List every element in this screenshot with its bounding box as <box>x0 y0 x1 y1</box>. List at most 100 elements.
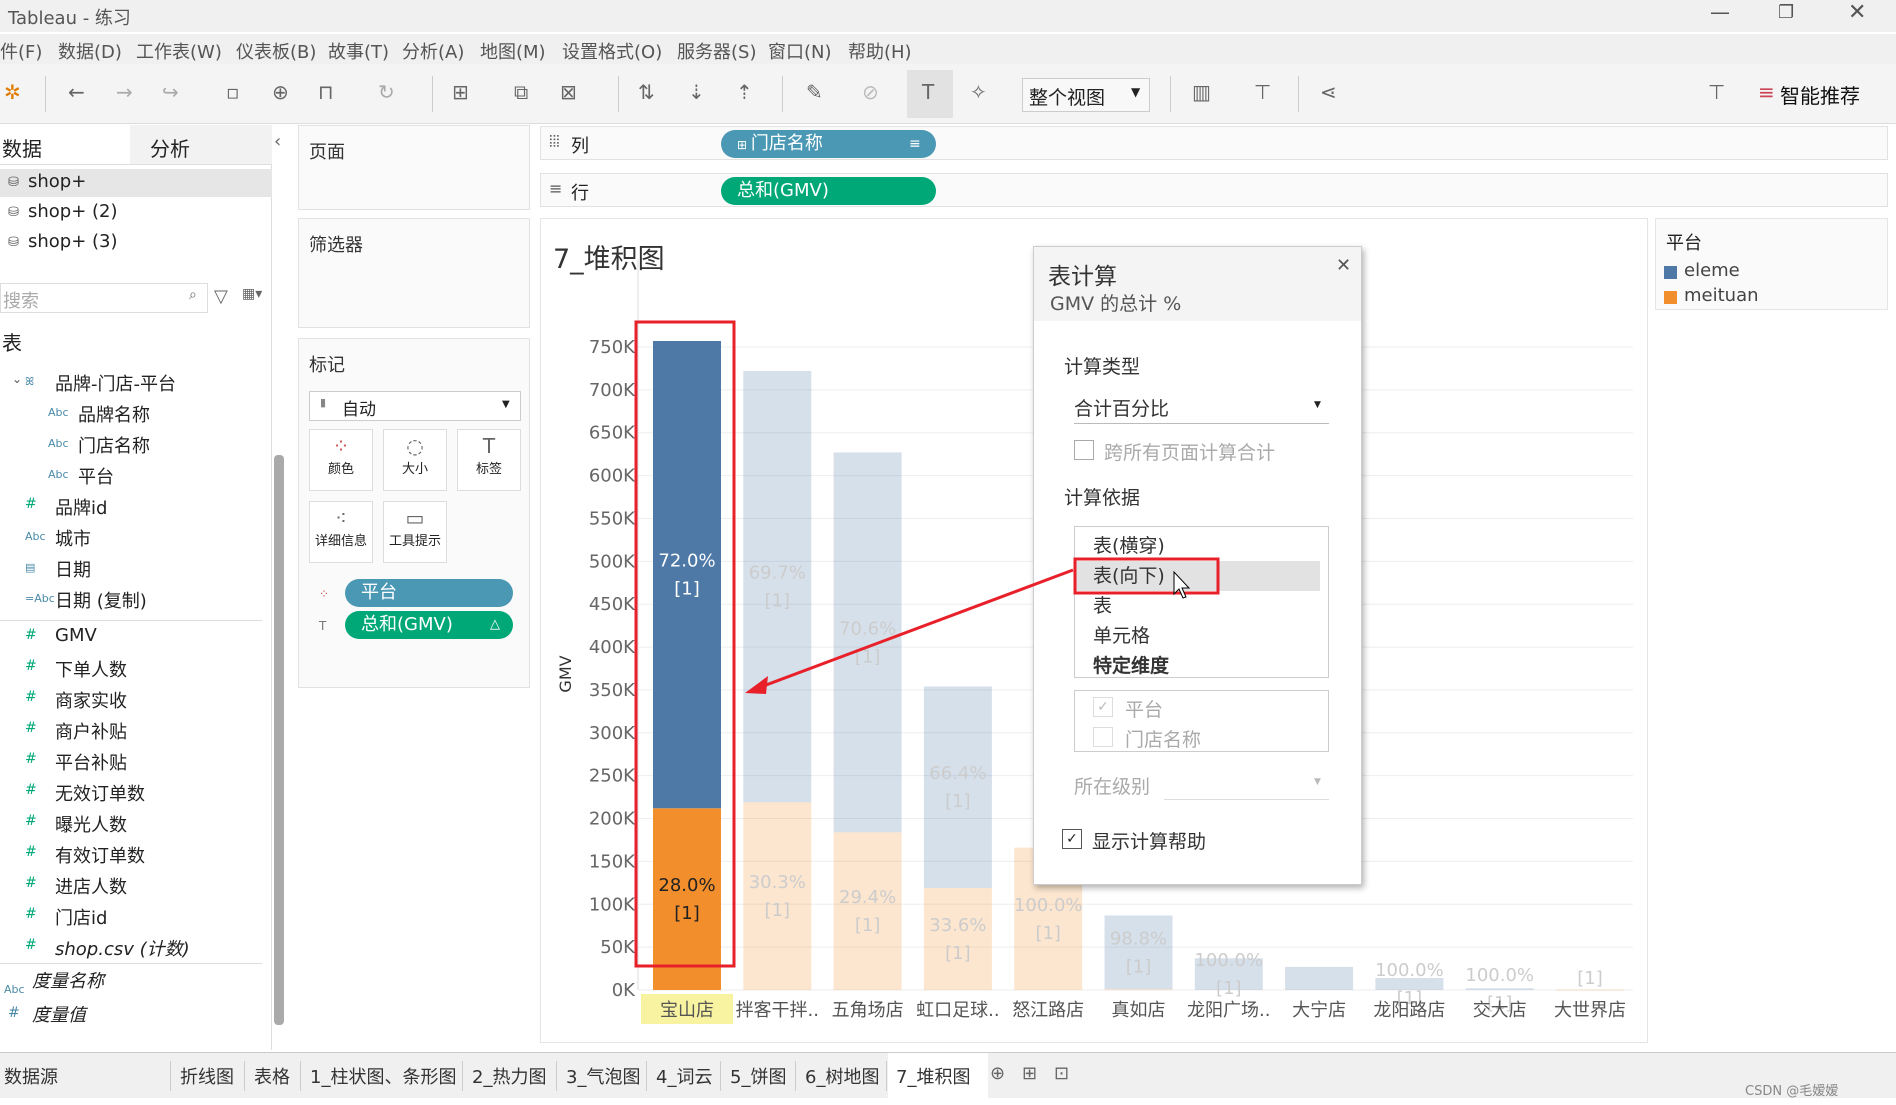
new-story-icon[interactable]: ⊡ <box>1054 1063 1069 1084</box>
sheet-tab[interactable]: 4_词云 <box>656 1063 712 1089</box>
menu-item[interactable]: 数据(D) <box>58 38 122 64</box>
x-tick-label[interactable]: 龙阳广场.. <box>1187 1000 1270 1021</box>
datasource-item[interactable]: shop+ (2) <box>28 201 118 222</box>
new-datasource-icon[interactable]: ⊕ <box>272 80 289 104</box>
legend-item[interactable]: meituan <box>1684 285 1759 306</box>
presentation-icon[interactable]: ⊤ <box>1254 80 1271 104</box>
bar-segment-meituan[interactable] <box>1556 989 1624 991</box>
sheet-tab[interactable]: 1_柱状图、条形图 <box>310 1063 456 1089</box>
field-item[interactable]: 进店人数 <box>55 873 127 899</box>
field-item[interactable]: 平台 <box>78 463 114 489</box>
menu-item[interactable]: 故事(T) <box>328 38 389 64</box>
field-item[interactable]: 门店名称 <box>78 432 150 458</box>
sheet-tab[interactable]: 2_热力图 <box>472 1063 546 1089</box>
show-me-button[interactable]: 智能推荐 <box>1780 80 1860 109</box>
clear-sheet-icon[interactable]: ⊠ <box>560 80 577 104</box>
back-icon[interactable]: ← <box>68 80 85 104</box>
x-tick-label[interactable]: 大宁店 <box>1292 1000 1346 1021</box>
color-button[interactable]: ⁘ 颜色 <box>309 429 373 491</box>
field-item[interactable]: GMV <box>55 625 97 646</box>
field-measure-values[interactable]: 度量值 <box>32 1001 86 1027</box>
bar-segment-meituan[interactable] <box>833 832 902 990</box>
share-icon[interactable]: ⋖ <box>1320 80 1337 104</box>
filters-card[interactable]: 筛选器 <box>298 218 530 328</box>
search-input[interactable]: 搜索 ⌕ <box>0 283 208 313</box>
size-button[interactable]: ◌ 大小 <box>383 429 447 491</box>
bar-segment-meituan[interactable] <box>923 887 992 990</box>
menu-item[interactable]: 分析(A) <box>402 38 464 64</box>
tab-data[interactable]: 数据 <box>0 125 130 165</box>
fit-view-select[interactable]: 整个视图 ▼ <box>1022 78 1150 112</box>
field-item[interactable]: 无效订单数 <box>55 780 145 806</box>
compute-option[interactable]: 特定维度 <box>1093 651 1169 678</box>
minimize-button[interactable]: — <box>1710 0 1730 24</box>
sheet-tab[interactable]: 7_堆积图 <box>896 1063 970 1089</box>
field-item[interactable]: 门店id <box>55 904 107 930</box>
menu-item[interactable]: 仪表板(B) <box>236 38 316 64</box>
datasource-item[interactable]: shop+ <box>28 171 86 192</box>
x-tick-label[interactable]: 怒江路店 <box>1012 1000 1084 1021</box>
field-item[interactable]: 曝光人数 <box>55 811 127 837</box>
highlight-icon[interactable]: ✎ <box>806 80 823 104</box>
columns-pill[interactable]: ⊞ 门店名称 ≡ <box>721 130 936 158</box>
refresh-icon[interactable]: ↻ <box>378 80 395 104</box>
show-help-checkbox[interactable]: ✓ <box>1062 829 1082 849</box>
field-item[interactable]: 品牌-门店-平台 <box>55 370 176 396</box>
compute-option[interactable]: 单元格 <box>1093 621 1150 648</box>
close-icon[interactable]: ✕ <box>1336 255 1351 276</box>
label-button[interactable]: T 标签 <box>457 429 521 491</box>
sheet-tab[interactable]: 6_树地图 <box>805 1063 879 1089</box>
tab-analysis[interactable]: 分析 ‹ <box>130 125 281 165</box>
field-item[interactable]: 品牌名称 <box>78 401 150 427</box>
field-item[interactable]: 下单人数 <box>55 656 127 682</box>
field-item[interactable]: 商户补贴 <box>55 718 127 744</box>
bar-segment-eleme[interactable] <box>653 340 721 809</box>
field-item[interactable]: 商家实收 <box>55 687 127 713</box>
menu-item[interactable]: 服务器(S) <box>677 38 756 64</box>
menu-item[interactable]: 设置格式(O) <box>562 38 662 64</box>
field-item[interactable]: 有效订单数 <box>55 842 145 868</box>
compute-option[interactable]: 表(向下) <box>1093 561 1165 588</box>
mark-pill-gmv[interactable]: 总和(GMV) △ <box>345 611 513 639</box>
field-measure-names[interactable]: 度量名称 <box>32 967 104 993</box>
redo-icon[interactable]: ↪ <box>162 80 179 104</box>
field-item[interactable]: 城市 <box>55 525 91 551</box>
show-cards-icon[interactable]: ▥ <box>1192 80 1211 104</box>
bar-segment-meituan[interactable] <box>653 808 721 990</box>
datasource-item[interactable]: shop+ (3) <box>28 231 118 252</box>
tableau-logo-icon[interactable]: ✲ <box>4 80 21 104</box>
sort-asc-icon[interactable]: ⇣ <box>688 80 705 104</box>
filter-icon[interactable]: ▽ <box>214 286 228 307</box>
field-item[interactable]: 日期 <box>55 556 91 582</box>
x-tick-label[interactable]: 五角场店 <box>832 1000 904 1021</box>
level-select[interactable]: ▼ <box>1164 777 1329 800</box>
bar-segment-eleme[interactable] <box>1465 988 1534 990</box>
save-icon[interactable]: ▫ <box>226 80 240 104</box>
bar-segment-meituan[interactable] <box>1104 989 1173 991</box>
menu-item[interactable]: 地图(M) <box>480 38 546 64</box>
x-tick-label[interactable]: 虹口足球.. <box>916 1000 999 1021</box>
sheet-tab[interactable]: 3_气泡图 <box>566 1063 640 1089</box>
menu-item[interactable]: 窗口(N) <box>768 38 832 64</box>
new-dashboard-icon[interactable]: ⊞ <box>1022 1063 1037 1084</box>
restore-button[interactable]: ❐ <box>1778 2 1794 23</box>
menu-item[interactable]: 工作表(W) <box>136 38 222 64</box>
field-item[interactable]: 平台补贴 <box>55 749 127 775</box>
x-tick-label[interactable]: 龙阳路店 <box>1373 1000 1445 1021</box>
chevron-down-icon[interactable]: ⌄ <box>12 372 22 386</box>
collapse-icon[interactable]: ‹ <box>274 131 281 152</box>
columns-shelf[interactable]: ⦙⦙⦙ 列 ⊞ 门店名称 ≡ <box>540 126 1888 160</box>
tooltip-button[interactable]: ▭ 工具提示 <box>383 501 447 563</box>
tab-datasource[interactable]: 数据源 <box>4 1063 58 1089</box>
compute-option[interactable]: 表 <box>1093 591 1112 618</box>
bar-segment-eleme[interactable] <box>1285 966 1354 990</box>
show-labels-icon[interactable]: T <box>922 80 934 104</box>
x-tick-label[interactable]: 交大店 <box>1473 1000 1527 1021</box>
calc-type-select[interactable]: 合计百分比 ▼ <box>1074 392 1329 424</box>
menu-item[interactable]: 帮助(H) <box>848 38 912 64</box>
field-item[interactable]: shop.csv (计数) <box>55 935 190 961</box>
across-pages-checkbox[interactable] <box>1074 440 1094 460</box>
pin-icon[interactable]: ⊤ <box>1708 80 1725 104</box>
forward-icon[interactable]: → <box>116 80 133 104</box>
pause-icon[interactable]: ⊓ <box>318 80 334 104</box>
